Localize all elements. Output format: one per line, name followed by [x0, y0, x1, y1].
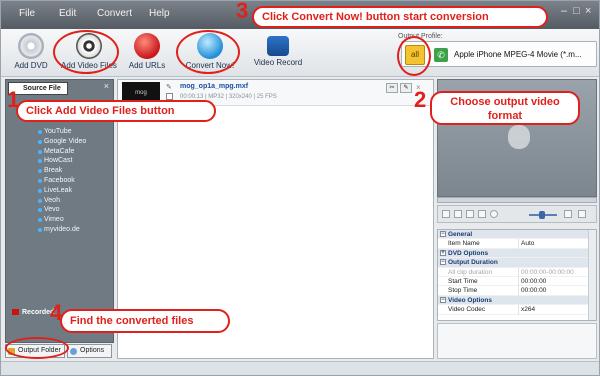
- annotation-callout-1: Click Add Video Files button: [16, 100, 216, 122]
- tree-item-myvideo[interactable]: myvideo.de: [8, 225, 112, 235]
- property-key: Item Name: [448, 240, 480, 248]
- property-row[interactable]: Start Time 00:00:00: [438, 276, 596, 287]
- camera-icon: [267, 36, 289, 56]
- property-group-label: DVD Options: [448, 249, 489, 257]
- menu-convert[interactable]: Convert: [97, 8, 132, 19]
- property-group[interactable]: − General: [438, 230, 596, 240]
- output-profile-value: Apple iPhone MPEG-4 Movie (*.m...: [454, 50, 582, 59]
- expand-toggle-icon[interactable]: −: [440, 231, 446, 237]
- video-record-button[interactable]: Video Record: [253, 31, 303, 67]
- property-value[interactable]: x264: [518, 305, 588, 315]
- annotation-number-2: 2: [414, 87, 427, 112]
- download-icon: [134, 33, 160, 59]
- annotation-ellipse-output-folder: [5, 337, 69, 359]
- zoom-icon[interactable]: [578, 210, 586, 218]
- stop-icon[interactable]: [466, 210, 474, 218]
- annotation-callout-3: Click Convert Now! button start conversi…: [252, 6, 548, 28]
- annotation-callout-2: Choose output video format: [430, 91, 580, 125]
- property-group[interactable]: − Output Duration: [438, 258, 596, 268]
- property-value[interactable]: 00:00:00: [518, 276, 588, 287]
- minimize-button[interactable]: –: [561, 5, 567, 17]
- status-bar: [1, 361, 599, 375]
- volume-knob[interactable]: [539, 211, 545, 219]
- annotation-number-3: 3: [236, 0, 249, 23]
- tree-item-liveleak[interactable]: LiveLeak: [8, 186, 112, 196]
- description-box: [437, 323, 597, 359]
- expand-toggle-icon[interactable]: −: [440, 259, 446, 266]
- property-value[interactable]: 00:00:00-00:00:00: [518, 267, 588, 277]
- annotation-text-2: Choose output video format: [450, 96, 560, 122]
- expand-toggle-icon[interactable]: −: [440, 296, 446, 303]
- tree-item-howcast[interactable]: HowCast: [8, 156, 112, 166]
- property-group[interactable]: + DVD Options: [438, 248, 596, 259]
- property-row[interactable]: Item Name Auto: [438, 239, 596, 249]
- fullscreen-icon[interactable]: [564, 210, 572, 218]
- player-controls: [437, 205, 597, 223]
- annotation-ellipse-add-video: [53, 30, 119, 74]
- menu-file[interactable]: File: [19, 8, 35, 19]
- property-group-label: General: [448, 231, 473, 238]
- annotation-text-1: Click Add Video Files button: [26, 105, 175, 117]
- volume-icon[interactable]: [490, 210, 498, 218]
- tree-item-vevo[interactable]: Vevo: [8, 205, 112, 215]
- file-name: mog_op1a_mpg.mxf: [180, 83, 249, 90]
- annotation-text-3: Click Convert Now! button start conversi…: [262, 11, 489, 23]
- options-tab[interactable]: Options: [67, 344, 112, 358]
- tree-item-youtube[interactable]: YouTube: [8, 127, 112, 137]
- add-urls-button[interactable]: Add URLs: [127, 31, 167, 70]
- tree-item-metacafe[interactable]: MetaCafe: [8, 147, 112, 157]
- tree-item-recorded[interactable]: Recorded: [12, 309, 54, 316]
- pause-icon[interactable]: [454, 210, 462, 218]
- property-group-label: Output Duration: [448, 259, 498, 267]
- add-urls-label: Add URLs: [128, 61, 166, 70]
- property-row[interactable]: Video Codec x264: [438, 305, 596, 315]
- options-icon: [70, 348, 77, 355]
- recorded-icon: [12, 309, 19, 316]
- property-group[interactable]: − Video Options: [438, 295, 596, 306]
- phone-icon: ✆: [434, 48, 448, 62]
- close-button[interactable]: ×: [585, 5, 591, 17]
- property-key: Stop Time: [448, 287, 478, 295]
- property-value[interactable]: Auto: [518, 239, 588, 249]
- cut-icon[interactable]: ✂: [386, 83, 398, 93]
- menu-help[interactable]: Help: [149, 8, 170, 19]
- options-label: Options: [80, 347, 105, 354]
- dvd-icon: [18, 33, 44, 59]
- annotation-ellipse-profile: [397, 36, 431, 76]
- annotation-text-4: Find the converted files: [70, 315, 194, 327]
- properties-grid: − General Item Name Auto + DVD Options − Output…: [437, 229, 597, 321]
- tree-item-google-video[interactable]: Google Video: [8, 137, 112, 147]
- expand-toggle-icon[interactable]: +: [440, 249, 446, 256]
- property-group-label: Video Options: [448, 296, 492, 304]
- property-key: All clip duration: [448, 268, 493, 276]
- property-row[interactable]: Stop Time 00:00:00: [438, 286, 596, 296]
- maximize-button[interactable]: □: [573, 5, 580, 17]
- tree-item-facebook[interactable]: Facebook: [8, 176, 112, 186]
- annotation-ellipse-convert: [176, 30, 240, 74]
- property-row[interactable]: All clip duration 00:00:00-00:00:00: [438, 267, 596, 277]
- properties-scrollbar[interactable]: [588, 230, 596, 320]
- menu-edit[interactable]: Edit: [59, 8, 76, 19]
- row-checkbox[interactable]: [166, 93, 173, 100]
- property-rows: − General Item Name Auto + DVD Options − Output…: [438, 230, 596, 315]
- snapshot-icon[interactable]: [478, 210, 486, 218]
- video-record-label: Video Record: [253, 58, 303, 67]
- add-dvd-button[interactable]: Add DVD: [11, 31, 51, 70]
- annotation-callout-4: Find the converted files: [60, 309, 230, 333]
- tree-item-vimeo[interactable]: Vimeo: [8, 215, 112, 225]
- panel-close-icon[interactable]: ×: [104, 81, 109, 91]
- source-tree: YouTube Google Video MetaCafe HowCast Br…: [8, 127, 112, 235]
- property-value[interactable]: 00:00:00: [518, 286, 588, 296]
- effects-icon[interactable]: ✎: [400, 83, 412, 93]
- add-dvd-label: Add DVD: [14, 61, 48, 70]
- property-key: Video Codec: [448, 306, 486, 314]
- seek-bar[interactable]: [437, 197, 597, 203]
- property-key: Start Time: [448, 277, 478, 285]
- tree-item-veoh[interactable]: Veoh: [8, 196, 112, 206]
- apple-logo-icon: [508, 125, 530, 149]
- edit-pencil-icon[interactable]: ✎: [166, 83, 172, 91]
- play-icon[interactable]: [442, 210, 450, 218]
- source-file-label: Source File: [23, 85, 61, 92]
- tree-item-break[interactable]: Break: [8, 166, 112, 176]
